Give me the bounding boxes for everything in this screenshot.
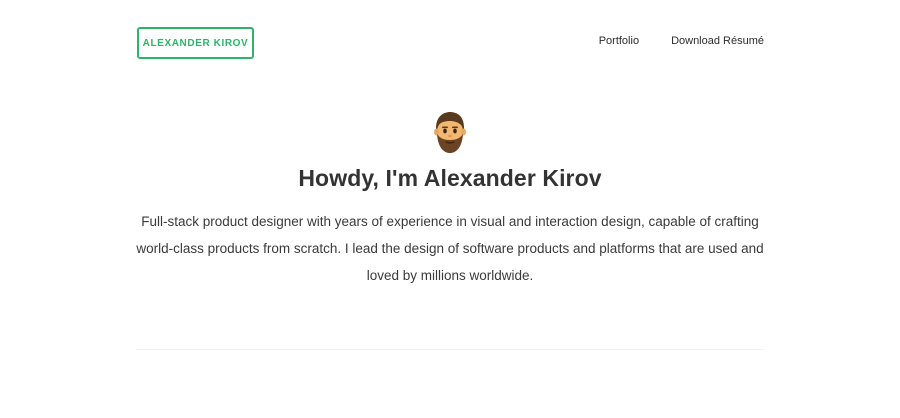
nav-link-download-resume[interactable]: Download Résumé (671, 35, 764, 47)
intro-paragraph: Full-stack product designer with years o… (136, 214, 764, 283)
logo-label: ALEXANDER KIROV (142, 37, 249, 49)
nav-link-portfolio[interactable]: Portfolio (599, 35, 639, 47)
hero-section: Howdy, I'm Alexander Kirov Full-stack pr… (0, 110, 900, 289)
bearded-man-emoji-icon (430, 110, 470, 154)
site-header: ALEXANDER KIROV Portfolio Download Résum… (0, 0, 900, 90)
page-title: Howdy, I'm Alexander Kirov (298, 165, 602, 191)
main-nav: Portfolio Download Résumé (599, 35, 764, 47)
logo-button[interactable]: ALEXANDER KIROV (137, 27, 254, 59)
section-divider (137, 349, 764, 350)
